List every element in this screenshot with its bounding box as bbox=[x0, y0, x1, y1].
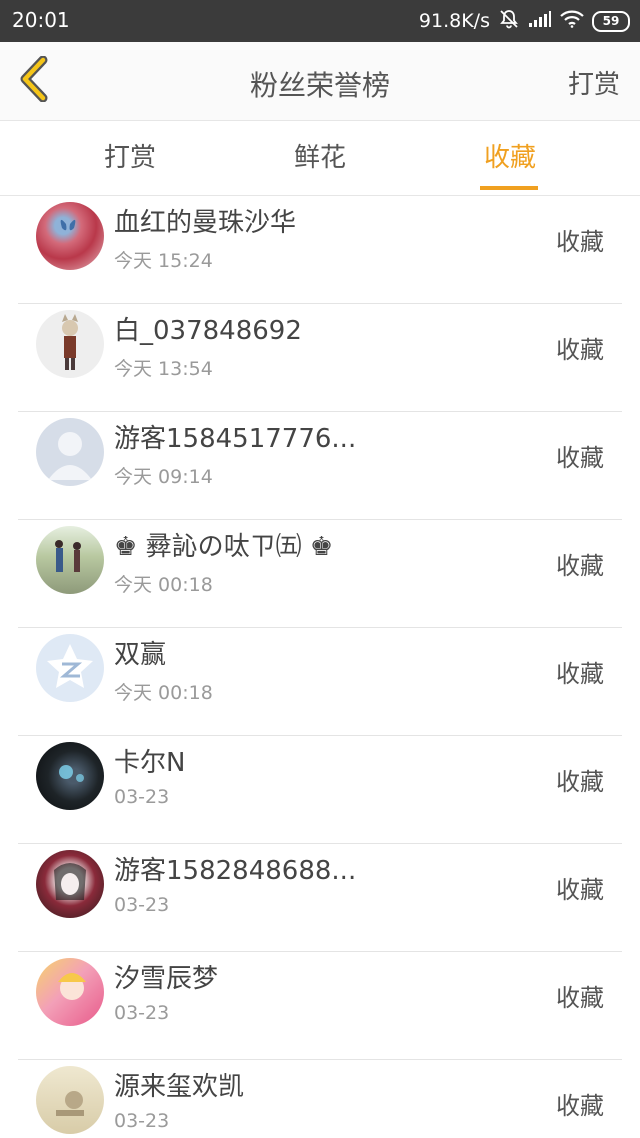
fan-time: 今天 15:24 bbox=[114, 250, 213, 272]
favorite-action[interactable]: 收藏 bbox=[556, 870, 604, 905]
list-item[interactable]: 源来玺欢凯 03-23 收藏 bbox=[18, 1060, 622, 1138]
fan-time: 今天 00:18 bbox=[114, 574, 213, 596]
fan-name: 源来玺欢凯 bbox=[114, 1072, 245, 1102]
list-item[interactable]: 游客1582848688... 03-23 收藏 bbox=[18, 844, 622, 952]
fan-name: ♚ 彛訫の呔ㄗ㈤ ♚ bbox=[114, 532, 334, 562]
favorite-action[interactable]: 收藏 bbox=[556, 978, 604, 1013]
fan-time: 03-23 bbox=[114, 786, 170, 808]
list-item[interactable]: 双赢 今天 00:18 收藏 bbox=[18, 628, 622, 736]
fan-name: 游客1584517776... bbox=[114, 424, 357, 454]
page-title: 粉丝荣誉榜 bbox=[249, 69, 390, 102]
tab-active-indicator bbox=[480, 186, 538, 190]
fan-time: 03-23 bbox=[114, 894, 170, 916]
favorite-action[interactable]: 收藏 bbox=[556, 1086, 604, 1121]
back-button[interactable] bbox=[12, 55, 56, 106]
mute-bell-icon bbox=[498, 8, 520, 35]
favorite-action[interactable]: 收藏 bbox=[556, 222, 604, 257]
fan-time: 今天 13:54 bbox=[114, 358, 213, 380]
pink-girl-avatar bbox=[36, 958, 104, 1026]
anime-sketch-avatar bbox=[36, 850, 104, 918]
list-item[interactable]: 汐雪辰梦 03-23 收藏 bbox=[18, 952, 622, 1060]
fan-time: 今天 00:18 bbox=[114, 682, 213, 704]
sepia-avatar bbox=[36, 1066, 104, 1134]
couple-avatar bbox=[36, 526, 104, 594]
tab-label: 打赏 bbox=[103, 143, 156, 173]
fan-list[interactable]: 血红的曼珠沙华 今天 15:24 收藏 白_037848692 今天 13:54… bbox=[0, 196, 640, 1138]
fan-name: 汐雪辰梦 bbox=[114, 964, 219, 994]
reward-button[interactable]: 打赏 bbox=[568, 64, 620, 101]
chevron-left-icon bbox=[17, 55, 51, 106]
status-right: 91.8K/s 59 bbox=[419, 8, 630, 34]
list-item[interactable]: ♚ 彛訫の呔ㄗ㈤ ♚ 今天 00:18 收藏 bbox=[18, 520, 622, 628]
butterfly-avatar bbox=[36, 202, 104, 270]
fan-name: 双赢 bbox=[114, 640, 167, 670]
favorite-action[interactable]: 收藏 bbox=[556, 330, 604, 365]
signal-icon bbox=[528, 10, 552, 33]
favorite-action[interactable]: 收藏 bbox=[556, 762, 604, 797]
fan-name: 血红的曼珠沙华 bbox=[114, 208, 297, 238]
anime-girl-avatar bbox=[36, 310, 104, 378]
tab-label: 鲜花 bbox=[293, 143, 346, 173]
fan-time: 今天 09:14 bbox=[114, 466, 213, 488]
tab-flowers[interactable]: 鲜花 bbox=[255, 121, 385, 195]
favorite-action[interactable]: 收藏 bbox=[556, 546, 604, 581]
default-user-avatar bbox=[36, 418, 104, 486]
favorite-action[interactable]: 收藏 bbox=[556, 654, 604, 689]
status-bar: 20:01 91.8K/s 59 bbox=[0, 0, 640, 42]
dark-car-avatar bbox=[36, 742, 104, 810]
tab-label: 收藏 bbox=[483, 143, 536, 173]
list-item[interactable]: 卡尔N 03-23 收藏 bbox=[18, 736, 622, 844]
tab-bar: 打赏 鲜花 收藏 bbox=[0, 121, 640, 196]
fan-time: 03-23 bbox=[114, 1110, 170, 1132]
list-item[interactable]: 白_037848692 今天 13:54 收藏 bbox=[18, 304, 622, 412]
wifi-icon bbox=[560, 10, 584, 33]
title-bar: 粉丝荣誉榜 打赏 bbox=[0, 42, 640, 121]
tab-reward[interactable]: 打赏 bbox=[65, 121, 195, 195]
fan-name: 白_037848692 bbox=[114, 316, 302, 346]
list-item[interactable]: 游客1584517776... 今天 09:14 收藏 bbox=[18, 412, 622, 520]
list-item[interactable]: 血红的曼珠沙华 今天 15:24 收藏 bbox=[18, 196, 622, 304]
status-time: 20:01 bbox=[12, 8, 70, 32]
fan-name: 卡尔N bbox=[114, 748, 186, 778]
qzone-star-avatar bbox=[36, 634, 104, 702]
battery-icon: 59 bbox=[592, 10, 630, 32]
fan-name: 游客1582848688... bbox=[114, 856, 357, 886]
favorite-action[interactable]: 收藏 bbox=[556, 438, 604, 473]
network-speed: 91.8K/s bbox=[418, 10, 490, 32]
tab-favorites[interactable]: 收藏 bbox=[445, 121, 575, 195]
fan-time: 03-23 bbox=[114, 1002, 170, 1024]
